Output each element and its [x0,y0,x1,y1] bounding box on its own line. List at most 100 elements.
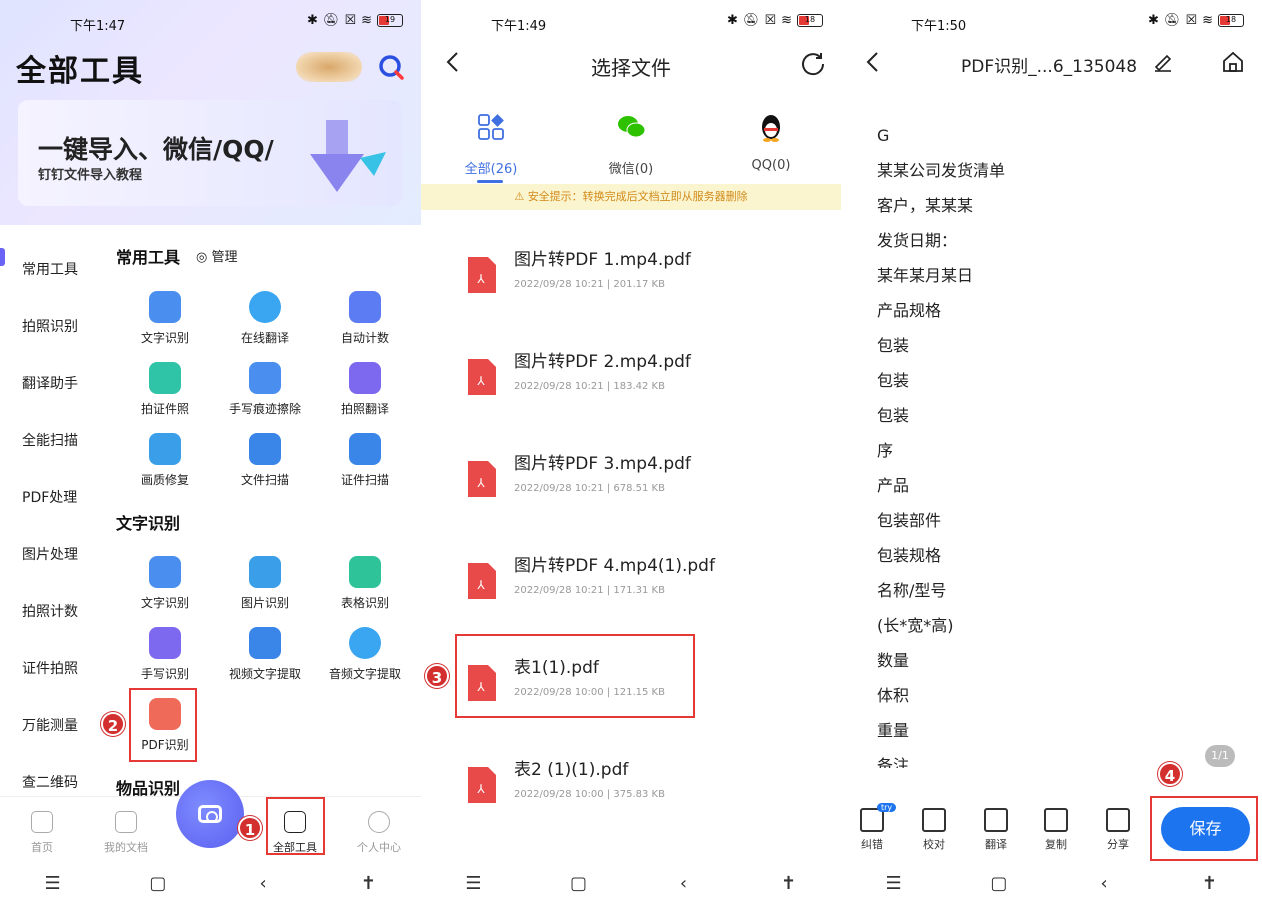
bluetooth-icon: ✱ [1148,13,1159,28]
tool-text-recognition[interactable]: 文字识别 [115,291,215,346]
text-line: 某某公司发货清单 [877,161,1006,180]
banner-subtitle: 钉钉文件导入教程 [38,168,143,183]
home-icon[interactable] [1221,50,1245,74]
mute-icon: 🔕︎ [1163,13,1181,28]
tab-my-docs[interactable]: 我的文档 [91,811,161,855]
tab-wechat[interactable]: 微信(0) [576,112,686,177]
tool-ocr-text[interactable]: 文字识别 [115,556,215,611]
import-tutorial-banner[interactable]: 一键导入、微信/QQ/ 钉钉文件导入教程 [18,100,402,206]
text-line: 包装 [877,336,910,355]
accessibility-icon[interactable]: ✝ [348,873,388,894]
refresh-icon[interactable] [799,50,827,78]
sidebar-item-photo-recognition[interactable]: 拍照识别 [0,297,100,354]
square-icon[interactable]: ▢ [979,873,1019,894]
download-arrow-icon [310,120,386,192]
tool-handwriting-erase[interactable]: 手写痕迹擦除 [215,362,315,417]
sidebar-item-translation[interactable]: 翻译助手 [0,354,100,411]
tab-home[interactable]: 首页 [7,811,77,855]
sidebar-item-scan[interactable]: 全能扫描 [0,411,100,468]
pdf-file-icon: ⅄ [468,767,496,803]
page-title: 选择文件 [591,56,671,80]
menu-icon[interactable]: ☰ [874,873,914,894]
tool-label: 在线翻译 [240,331,289,345]
tool-id-scan[interactable]: 证件扫描 [315,433,415,488]
tool-ocr-audio[interactable]: 音频文字提取 [315,627,415,682]
correct-button[interactable]: 纠错 [852,808,892,852]
proofread-button[interactable]: 校对 [914,808,954,852]
tool-auto-count[interactable]: 自动计数 [315,291,415,346]
sidebar-item-label: 翻译助手 [22,375,78,392]
step-badge: 3 [425,664,449,688]
accessibility-icon[interactable]: ✝ [769,873,809,894]
tab-profile[interactable]: 个人中心 [344,811,414,855]
tool-photo-translate[interactable]: 拍照翻译 [315,362,415,417]
bluetooth-icon: ✱ [307,13,318,28]
file-item[interactable]: ⅄ 表2 (1)(1).pdf 2022/09/28 10:00 | 375.8… [466,755,836,835]
text-line: 某年某月某日 [877,266,974,285]
translate-button[interactable]: 翻译 [976,808,1016,852]
select-file-screen: 下午1:49 ✱ 🔕︎ ☒ ≋ 18 选择文件 全部(26) 微信(0) QQ(… [421,0,841,912]
square-icon[interactable]: ▢ [138,873,178,894]
status-bar: 下午1:47 ✱ 🔕︎ ☒ ≋ 19 [0,0,421,44]
highlight-box [266,797,325,855]
bluetooth-icon: ✱ [727,13,738,28]
section-title-common: 常用工具 [116,248,181,267]
back-icon[interactable] [863,50,883,74]
tool-online-translate[interactable]: 在线翻译 [215,291,315,346]
battery-icon: 19 [377,14,403,27]
sidebar-item-id-photo[interactable]: 证件拍照 [0,639,100,696]
text-recognition-icon [149,291,181,323]
tool-label: 文件扫描 [240,473,289,487]
square-icon[interactable]: ▢ [559,873,599,894]
page-indicator: 1/1 [1205,745,1235,767]
tab-label: 首页 [31,841,53,854]
tool-id-photo[interactable]: 拍证件照 [115,362,215,417]
id-scan-icon [349,433,381,465]
tool-quality-repair[interactable]: 画质修复 [115,433,215,488]
try-badge: try [877,803,897,812]
tool-file-scan[interactable]: 文件扫描 [215,433,315,488]
share-button[interactable]: 分享 [1098,808,1138,852]
menu-icon[interactable]: ☰ [33,873,73,894]
tab-all-files[interactable]: 全部(26) [436,112,546,177]
file-item[interactable]: ⅄ 图片转PDF 3.mp4.pdf 2022/09/28 10:21 | 67… [466,449,836,529]
file-item[interactable]: ⅄ 图片转PDF 1.mp4.pdf 2022/09/28 10:21 | 20… [466,245,836,325]
mute-icon: 🔕︎ [742,13,760,28]
tool-ocr-handwriting[interactable]: 手写识别 [115,627,215,682]
tool-ocr-image[interactable]: 图片识别 [215,556,315,611]
camera-button[interactable] [176,780,244,848]
back-icon[interactable]: ‹ [664,873,704,894]
back-icon[interactable]: ‹ [243,873,283,894]
avatar[interactable] [296,52,362,82]
accessibility-icon[interactable]: ✝ [1189,873,1229,894]
text-line: 包装规格 [877,546,942,565]
sidebar-item-measure[interactable]: 万能测量 [0,696,100,753]
search-icon[interactable] [376,52,406,82]
sidebar-item-image[interactable]: 图片处理 [0,525,100,582]
recognized-text[interactable]: G 某某公司发货清单 客户，某某某 发货日期： 某年某月某日 产品规格 包装 包装 包装序产品包… [877,120,1177,768]
text-line: 名称/型号 [877,581,947,600]
back-icon[interactable]: ‹ [1084,873,1124,894]
document-title: PDF识别_...6_135048 [961,57,1138,77]
sidebar-item-count[interactable]: 拍照计数 [0,582,100,639]
file-item[interactable]: ⅄ 图片转PDF 2.mp4.pdf 2022/09/28 10:21 | 18… [466,347,836,427]
tool-ocr-table[interactable]: 表格识别 [315,556,415,611]
battery-icon: 18 [797,14,823,27]
tool-label: 表格识别 [340,596,389,610]
tab-qq[interactable]: QQ(0) [716,112,826,173]
tool-ocr-video[interactable]: 视频文字提取 [215,627,315,682]
sidebar-item-pdf[interactable]: PDF处理 [0,468,100,525]
pen-icon [249,362,281,394]
file-item[interactable]: ⅄ 图片转PDF 4.mp4(1).pdf 2022/09/28 10:21 |… [466,551,836,631]
edit-icon[interactable] [1153,52,1173,72]
sim-icon: ☒ [344,13,357,28]
tool-label: 翻译 [985,838,1007,851]
copy-button[interactable]: 复制 [1036,808,1076,852]
menu-icon[interactable]: ☰ [454,873,494,894]
tool-label: 拍照翻译 [340,402,389,416]
file-meta: 2022/09/28 10:21 | 183.42 KB [514,381,665,392]
manage-button[interactable]: ◎ 管理 [196,246,238,265]
file-meta: 2022/09/28 10:00 | 375.83 KB [514,789,665,800]
sidebar-item-common-tools[interactable]: 常用工具 [0,240,100,297]
tool-label: 图片识别 [240,596,289,610]
